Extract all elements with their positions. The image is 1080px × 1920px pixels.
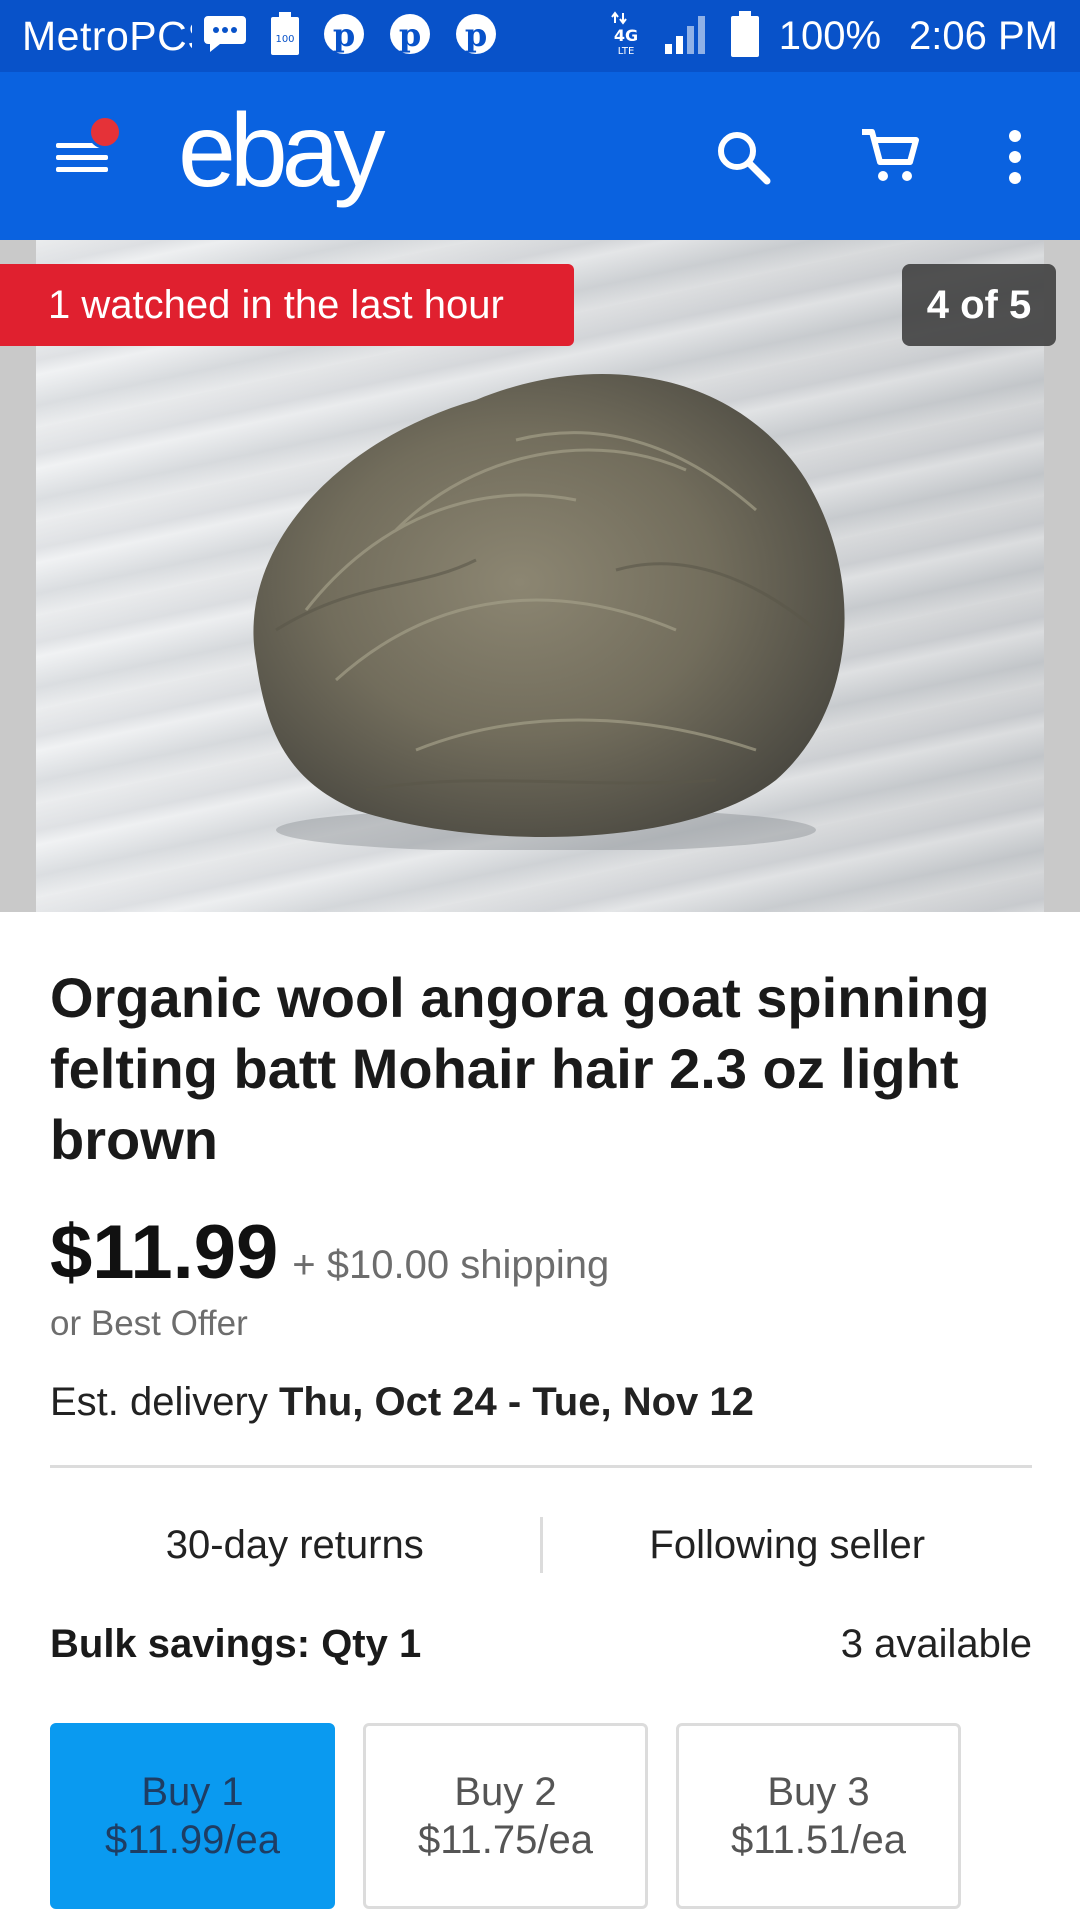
watch-count-badge: 1 watched in the last hour [0,264,574,346]
delivery-dates: Thu, Oct 24 - Tue, Nov 12 [278,1380,754,1424]
quantity-available: 3 available [840,1622,1032,1666]
option-price: $11.51/ea [731,1818,906,1862]
pinterest-icon: p [388,12,432,61]
buy-3-option[interactable]: Buy 3 $11.51/ea [676,1723,961,1909]
product-image-gallery[interactable]: 1 watched in the last hour 4 of 5 [0,240,1080,912]
option-price: $11.75/ea [418,1818,593,1862]
option-quantity: Buy 3 [767,1770,870,1814]
best-offer-text: or Best Offer [50,1304,248,1343]
mohair-batt-image [253,374,845,850]
option-quantity: Buy 2 [454,1770,557,1814]
divider [50,1465,1032,1468]
search-icon[interactable] [708,122,778,192]
more-options-icon[interactable] [980,122,1050,192]
svg-text:p: p [399,16,421,54]
bulk-savings-label: Bulk savings: Qty 1 [50,1622,422,1666]
estimated-delivery: Est. delivery Thu, Oct 24 - Tue, Nov 12 [50,1380,1032,1425]
svg-text:p: p [333,16,355,54]
svg-text:4G: 4G [614,26,638,45]
ebay-logo[interactable]: ebay [178,92,386,211]
image-counter: 4 of 5 [902,264,1056,346]
svg-text:100: 100 [275,34,294,45]
delivery-label: Est. delivery [50,1380,268,1424]
svg-text:LTE: LTE [617,46,634,57]
bulk-quantity-options: Buy 1 $11.99/ea Buy 2 $11.75/ea Buy 3 $1… [50,1723,1032,1909]
buy-2-option[interactable]: Buy 2 $11.75/ea [363,1723,648,1909]
notification-icons: 100 p p p [202,11,498,61]
option-quantity: Buy 1 [141,1770,244,1814]
battery-100-notification-icon: 100 [270,11,300,61]
bulk-savings-row: Bulk savings: Qty 1 3 available [50,1622,1032,1667]
cart-icon[interactable] [856,122,926,192]
network-4g-lte-icon: 4G LTE [609,10,643,62]
following-seller[interactable]: Following seller [543,1523,1033,1568]
battery-percent: 100% [778,13,882,58]
buy-1-option[interactable]: Buy 1 $11.99/ea [50,1723,335,1909]
carrier-name: MetroPCS [22,12,192,59]
clock: 2:06 PM [909,13,1058,58]
item-details: Organic wool angora goat spinning feltin… [50,912,1032,1909]
shipping-cost: + $10.00 shipping [292,1243,610,1287]
status-bar: MetroPCS 100 p p p 4GLTE 100% 2:06 PM [0,0,1080,72]
item-title: Organic wool angora goat spinning feltin… [50,966,990,1171]
battery-icon [730,10,759,62]
menu-button[interactable] [56,115,122,177]
pinterest-icon: p [454,12,498,61]
price-row: $11.99 + $10.00 shipping [50,1209,1032,1296]
pinterest-icon: p [322,12,366,61]
option-price: $11.99/ea [105,1818,280,1862]
notification-dot [88,115,122,149]
svg-text:p: p [465,16,487,54]
message-icon [202,14,248,59]
returns-policy[interactable]: 30-day returns [50,1523,540,1568]
item-price: $11.99 [50,1210,279,1295]
app-bar: ebay [0,72,1080,240]
feature-row: 30-day returns Following seller [50,1510,1032,1580]
signal-icon [663,14,711,59]
